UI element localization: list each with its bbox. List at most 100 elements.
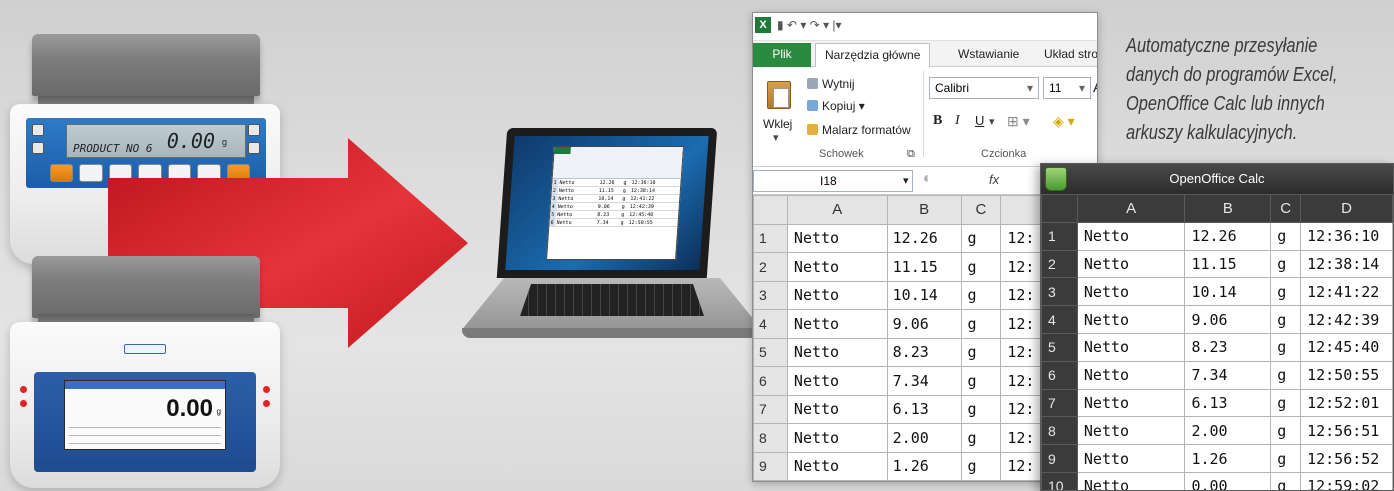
cell-value[interactable]: 7.34 xyxy=(1184,360,1272,390)
cell-time[interactable]: 12:38:14 xyxy=(1300,249,1393,279)
cell-time[interactable]: 12:52:01 xyxy=(1300,388,1393,418)
column-header[interactable]: A xyxy=(786,195,888,225)
fx-icon[interactable]: fx xyxy=(989,172,999,187)
cell-unit[interactable]: g xyxy=(1270,305,1302,334)
cell-time[interactable]: 12:56:51 xyxy=(1300,416,1393,446)
cell-label[interactable]: Netto xyxy=(1076,388,1186,418)
row-header[interactable]: 1 xyxy=(1041,221,1078,251)
cell-unit[interactable]: g xyxy=(1270,471,1302,490)
cell-label[interactable]: Netto xyxy=(1076,221,1186,251)
cell-label[interactable]: Netto xyxy=(1076,416,1186,446)
row-header[interactable]: 10 xyxy=(753,480,788,481)
cell-label[interactable]: Netto xyxy=(786,423,888,453)
cell-value[interactable]: 1.26 xyxy=(1184,444,1272,473)
fill-color-icon[interactable]: ◈ ▾ xyxy=(1053,113,1075,130)
cell-label[interactable]: Netto xyxy=(786,223,888,253)
cell-value[interactable]: 11.15 xyxy=(886,252,962,282)
italic-button[interactable]: I xyxy=(955,113,960,129)
column-header[interactable]: C xyxy=(1270,194,1302,223)
row-header[interactable]: 9 xyxy=(753,451,788,481)
row-header[interactable]: 3 xyxy=(753,280,788,310)
cell-label[interactable]: Netto xyxy=(786,309,888,339)
cell-value[interactable]: 2.00 xyxy=(1184,416,1272,446)
row-header[interactable]: 8 xyxy=(1041,416,1078,446)
tare-key[interactable] xyxy=(50,164,74,182)
cell-value[interactable]: 6.13 xyxy=(1184,388,1272,418)
cell-label[interactable]: Netto xyxy=(786,394,888,424)
cell-unit[interactable]: g xyxy=(1270,388,1302,418)
row-header[interactable]: 4 xyxy=(1041,305,1078,334)
paste-button[interactable]: Wklej xyxy=(763,117,792,131)
cell-unit[interactable]: g xyxy=(1270,332,1302,362)
cell-label[interactable]: Netto xyxy=(1076,360,1186,390)
cell-value[interactable]: 11.15 xyxy=(1184,249,1272,279)
cell-unit[interactable]: g xyxy=(1270,444,1302,473)
cell-unit[interactable]: g xyxy=(960,394,1002,424)
cell-time[interactable]: 12:45:40 xyxy=(1300,332,1393,362)
cell-value[interactable]: 9.06 xyxy=(1184,305,1272,334)
row-header[interactable]: 4 xyxy=(753,309,788,339)
cell-unit[interactable]: g xyxy=(960,337,1002,367)
cell-value[interactable]: 10.14 xyxy=(1184,277,1272,307)
row-header[interactable]: 10 xyxy=(1041,471,1078,490)
tab-home[interactable]: Narzędzia główne xyxy=(815,43,931,67)
row-header[interactable]: 9 xyxy=(1041,444,1078,473)
borders-icon[interactable]: ⊞ ▾ xyxy=(1007,113,1030,130)
row-header[interactable]: 2 xyxy=(753,252,788,282)
touch-screen[interactable]: 0.00 g xyxy=(64,380,226,450)
paste-dropdown-icon[interactable]: ▾ xyxy=(773,131,779,144)
cell-unit[interactable]: g xyxy=(960,223,1002,253)
cell-unit[interactable]: g xyxy=(960,280,1002,310)
column-header[interactable]: A xyxy=(1076,194,1186,223)
tab-page-layout[interactable]: Układ stro xyxy=(1035,43,1097,67)
row-header[interactable]: 1 xyxy=(753,223,788,253)
tab-file[interactable]: Plik xyxy=(753,43,811,67)
print-key[interactable] xyxy=(248,124,260,136)
column-header[interactable]: C xyxy=(960,195,1002,225)
cell-unit[interactable]: g xyxy=(960,423,1002,453)
column-header[interactable]: B xyxy=(1184,194,1272,223)
row-header[interactable]: 8 xyxy=(753,423,788,453)
cell-unit[interactable]: g xyxy=(1270,277,1302,307)
cell-value[interactable]: 2.00 xyxy=(886,423,962,453)
cell-unit[interactable]: g xyxy=(1270,249,1302,279)
cell-unit[interactable]: g xyxy=(1270,416,1302,446)
qat-icons[interactable]: ▮ ↶ ▾ ↷ ▾ |▾ xyxy=(777,18,842,32)
bold-button[interactable]: B xyxy=(933,113,942,129)
cell-value[interactable]: 0.00 xyxy=(886,480,962,481)
grow-font-button[interactable]: A xyxy=(1093,79,1097,96)
row-header[interactable]: 6 xyxy=(753,366,788,396)
cell-label[interactable]: Netto xyxy=(786,366,888,396)
cell-unit[interactable]: g xyxy=(960,480,1002,481)
underline-dropdown-icon[interactable]: ▾ xyxy=(989,115,995,128)
cell-unit[interactable]: g xyxy=(960,366,1002,396)
row-header[interactable]: 7 xyxy=(753,394,788,424)
cell-label[interactable]: Netto xyxy=(786,252,888,282)
cell-time[interactable]: 12:42:39 xyxy=(1300,305,1393,334)
row-header[interactable]: 7 xyxy=(1041,388,1078,418)
column-header[interactable]: B xyxy=(886,195,962,225)
cell-unit[interactable]: g xyxy=(960,309,1002,339)
power-key[interactable] xyxy=(32,124,44,136)
cell-unit[interactable]: g xyxy=(960,252,1002,282)
cell-value[interactable]: 12.26 xyxy=(1184,221,1272,251)
cell-time[interactable]: 12:36:10 xyxy=(1300,221,1393,251)
row-header[interactable]: 6 xyxy=(1041,360,1078,390)
cell-unit[interactable]: g xyxy=(1270,221,1302,251)
cell-label[interactable]: Netto xyxy=(1076,277,1186,307)
cell-value[interactable]: 0.00 xyxy=(1184,471,1272,490)
format-painter-button[interactable]: Malarz formatów xyxy=(807,123,911,137)
menu-key[interactable] xyxy=(32,142,44,154)
cell-label[interactable]: Netto xyxy=(1076,332,1186,362)
cell-unit[interactable]: g xyxy=(1270,360,1302,390)
cell-label[interactable]: Netto xyxy=(1076,305,1186,334)
cell-time[interactable]: 12:56:52 xyxy=(1300,444,1393,473)
cell-label[interactable]: Netto xyxy=(786,480,888,481)
paste-icon[interactable] xyxy=(767,81,791,109)
copy-dropdown-icon[interactable]: ▾ xyxy=(855,99,865,113)
column-header[interactable]: D xyxy=(1300,194,1393,223)
cut-button[interactable]: Wytnij xyxy=(807,77,855,91)
copy-button[interactable]: Kopiuj ▾ xyxy=(807,99,865,113)
cell-value[interactable]: 9.06 xyxy=(886,309,962,339)
cell-label[interactable]: Netto xyxy=(786,451,888,481)
